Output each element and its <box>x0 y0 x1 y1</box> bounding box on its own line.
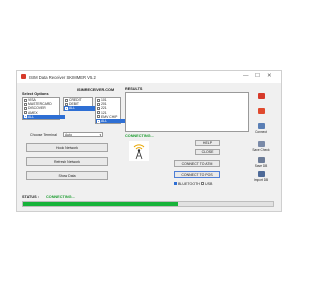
option-all-accounts[interactable]: ALL <box>64 106 98 111</box>
results-label: RESULTS <box>125 87 143 91</box>
bluetooth-checkbox[interactable] <box>174 182 177 186</box>
progress-track <box>22 201 274 207</box>
service-code-list: 101 201 221 121 EMV CHIP ALL <box>95 96 126 124</box>
option-all-codes[interactable]: ALL <box>96 119 126 124</box>
select-options-heading: Select Options <box>22 92 49 96</box>
card-red-icon <box>257 93 265 99</box>
antenna-icon <box>129 141 149 161</box>
status-label: STATUS : <box>22 195 39 199</box>
import-db-icon <box>257 171 265 177</box>
card-button-2[interactable] <box>250 108 272 115</box>
terminal-select[interactable]: Auto ▾ <box>63 132 103 137</box>
usb-checkbox[interactable] <box>201 182 204 186</box>
option-all-cards[interactable]: ALL <box>23 114 65 119</box>
save-check-button[interactable]: Save Check <box>250 141 272 152</box>
help-button[interactable]: HELP <box>195 140 220 146</box>
account-type-list: CREDIT DEBIT ALL <box>63 96 98 111</box>
results-box[interactable] <box>125 92 249 132</box>
site-label: ISIMRECEIVER.COM <box>77 88 115 92</box>
refresh-network-button[interactable]: Refresh Network <box>26 157 108 166</box>
save-check-icon <box>257 141 265 147</box>
connect-side-button[interactable]: Connect <box>250 123 272 134</box>
save-db-icon <box>257 157 265 163</box>
connect-atm-button[interactable]: CONNECT TO ATM <box>174 160 220 167</box>
card-type-list: VISA MASTERCARD DISCOVER AMEX ALL <box>22 96 65 120</box>
minimize-button[interactable]: — <box>243 73 249 79</box>
connect-pos-button[interactable]: CONNECT TO POS <box>174 171 220 178</box>
close-button[interactable]: CLOSE <box>195 149 220 155</box>
bluetooth-check[interactable]: BLUETOOTH <box>174 182 200 186</box>
card-button-1[interactable] <box>250 93 272 100</box>
connecting-label: CONNECTING... <box>125 134 154 138</box>
app-window: ISIM Data Receiver SKIMMER V5.2 — ☐ ✕ Se… <box>16 70 282 212</box>
progress-fill <box>23 202 178 206</box>
usb-check[interactable]: USB <box>201 182 212 186</box>
show-data-button[interactable]: Show Data <box>26 171 108 180</box>
app-icon <box>21 74 26 79</box>
hook-network-button[interactable]: Hook Network <box>26 143 108 152</box>
card-red-icon <box>257 108 265 114</box>
title-bar: ISIM Data Receiver SKIMMER V5.2 — ☐ ✕ <box>17 71 281 83</box>
close-window-button[interactable]: ✕ <box>267 73 272 79</box>
window-title: ISIM Data Receiver SKIMMER V5.2 <box>29 74 96 80</box>
save-db-button[interactable]: Save DB <box>250 157 272 168</box>
maximize-button[interactable]: ☐ <box>255 73 260 79</box>
chevron-down-icon: ▾ <box>99 133 101 137</box>
terminal-label: Choose Terminal <box>30 133 57 137</box>
import-db-button[interactable]: Import DB <box>250 171 272 182</box>
status-value: CONNECTING... <box>46 195 75 199</box>
connect-icon <box>257 123 265 129</box>
